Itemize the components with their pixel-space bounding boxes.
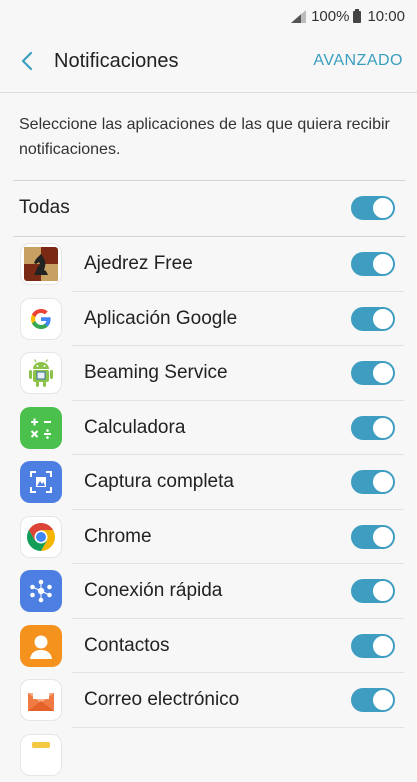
list-item[interactable]: Calculadora: [0, 401, 417, 456]
list-item[interactable]: Captura completa: [0, 455, 417, 510]
list-item[interactable]: Conexión rápida: [0, 564, 417, 619]
all-apps-label: Todas: [19, 197, 351, 219]
android-robot-icon: [20, 352, 62, 394]
list-item[interactable]: Aplicación Google: [0, 292, 417, 347]
battery-percent: 100%: [311, 8, 349, 25]
list-item-partial[interactable]: [0, 728, 417, 782]
app-toggle[interactable]: [351, 579, 395, 603]
app-name: Chrome: [84, 526, 351, 548]
list-item[interactable]: Beaming Service: [0, 346, 417, 401]
list-item[interactable]: Ajedrez Free: [0, 237, 417, 292]
app-list: Ajedrez Free Aplicación Google: [0, 237, 417, 782]
back-button[interactable]: [2, 32, 52, 90]
page-title: Notificaciones: [54, 50, 313, 73]
clock: 10:00: [367, 8, 405, 25]
list-item[interactable]: Chrome: [0, 510, 417, 565]
app-toggle[interactable]: [351, 470, 395, 494]
app-name: Conexión rápida: [84, 580, 351, 602]
battery-icon: [353, 9, 361, 23]
signal-icon: [291, 10, 306, 23]
app-toggle[interactable]: [351, 252, 395, 276]
app-name: Contactos: [84, 635, 351, 657]
app-name: Correo electrónico: [84, 689, 351, 711]
app-toggle[interactable]: [351, 361, 395, 385]
app-toggle[interactable]: [351, 634, 395, 658]
email-icon: [20, 679, 62, 721]
chess-knight-icon: [20, 243, 62, 285]
app-name: Aplicación Google: [84, 308, 351, 330]
status-bar: 100% 10:00: [0, 0, 417, 32]
chrome-icon: [20, 516, 62, 558]
description-text: Seleccione las aplicaciones de las que q…: [19, 112, 399, 162]
advanced-button[interactable]: AVANZADO: [313, 52, 403, 70]
app-toggle[interactable]: [351, 416, 395, 440]
header-divider: [0, 92, 417, 93]
app-toggle[interactable]: [351, 688, 395, 712]
all-apps-row[interactable]: Todas: [0, 181, 417, 235]
app-name: Calculadora: [84, 417, 351, 439]
app-toggle[interactable]: [351, 307, 395, 331]
app-name: Beaming Service: [84, 362, 351, 384]
app-icon: [20, 734, 62, 776]
list-item[interactable]: Correo electrónico: [0, 673, 417, 728]
app-toggle[interactable]: [351, 525, 395, 549]
screenshot-icon: [20, 461, 62, 503]
app-name: Captura completa: [84, 471, 351, 493]
contacts-icon: [20, 625, 62, 667]
google-icon: [20, 298, 62, 340]
quick-connect-icon: [20, 570, 62, 612]
back-arrow-icon: [21, 51, 33, 71]
calculator-icon: [20, 407, 62, 449]
list-item[interactable]: Contactos: [0, 619, 417, 674]
app-name: Ajedrez Free: [84, 253, 351, 275]
action-bar: Notificaciones AVANZADO: [0, 32, 417, 90]
all-apps-toggle[interactable]: [351, 196, 395, 220]
